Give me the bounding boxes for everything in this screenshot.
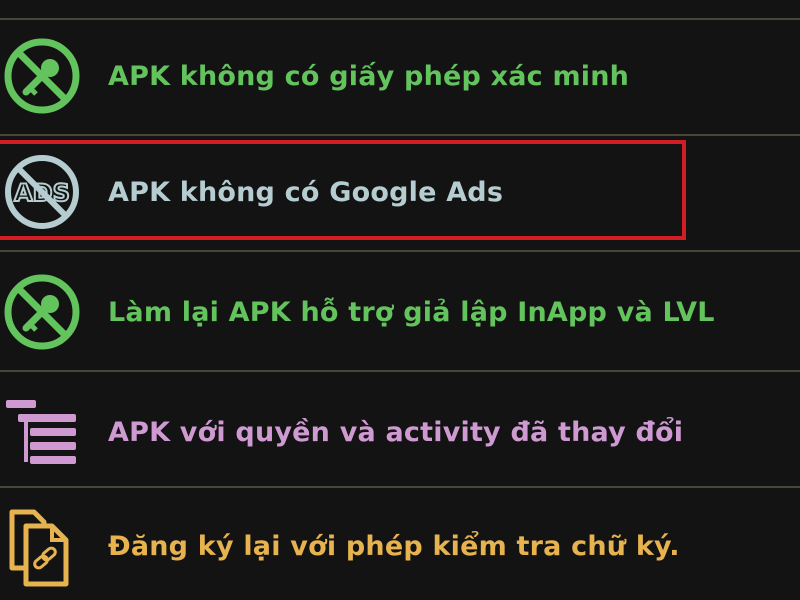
no-license-icon: [0, 270, 84, 354]
no-ads-icon: ADS: [0, 150, 84, 234]
permissions-list-icon: [0, 390, 84, 474]
menu-item-no-google-ads-apk[interactable]: ADS APK không có Google Ads: [0, 136, 800, 248]
menu-list: APK không có giấy phép xác minh ADS APK …: [0, 0, 800, 600]
menu-item-modified-permissions[interactable]: APK với quyền và activity đã thay đổi: [0, 376, 800, 488]
menu-item-label: APK với quyền và activity đã thay đổi: [108, 416, 684, 448]
menu-item-resign-signature-check[interactable]: Đăng ký lại với phép kiểm tra chữ ký.: [0, 490, 800, 600]
divider: [0, 370, 800, 372]
menu-item-label: APK không có Google Ads: [108, 176, 504, 208]
menu-item-label: Làm lại APK hỗ trợ giả lập InApp và LVL: [108, 296, 715, 328]
menu-item-label: APK không có giấy phép xác minh: [108, 60, 630, 92]
menu-item-rebuild-inapp-lvl[interactable]: Làm lại APK hỗ trợ giả lập InApp và LVL: [0, 256, 800, 368]
divider: [0, 486, 800, 488]
menu-item-label: Đăng ký lại với phép kiểm tra chữ ký.: [108, 530, 680, 562]
copy-link-icon: [0, 504, 84, 588]
no-license-icon: [0, 34, 84, 118]
menu-item-no-license-apk[interactable]: APK không có giấy phép xác minh: [0, 20, 800, 132]
divider: [0, 250, 800, 252]
